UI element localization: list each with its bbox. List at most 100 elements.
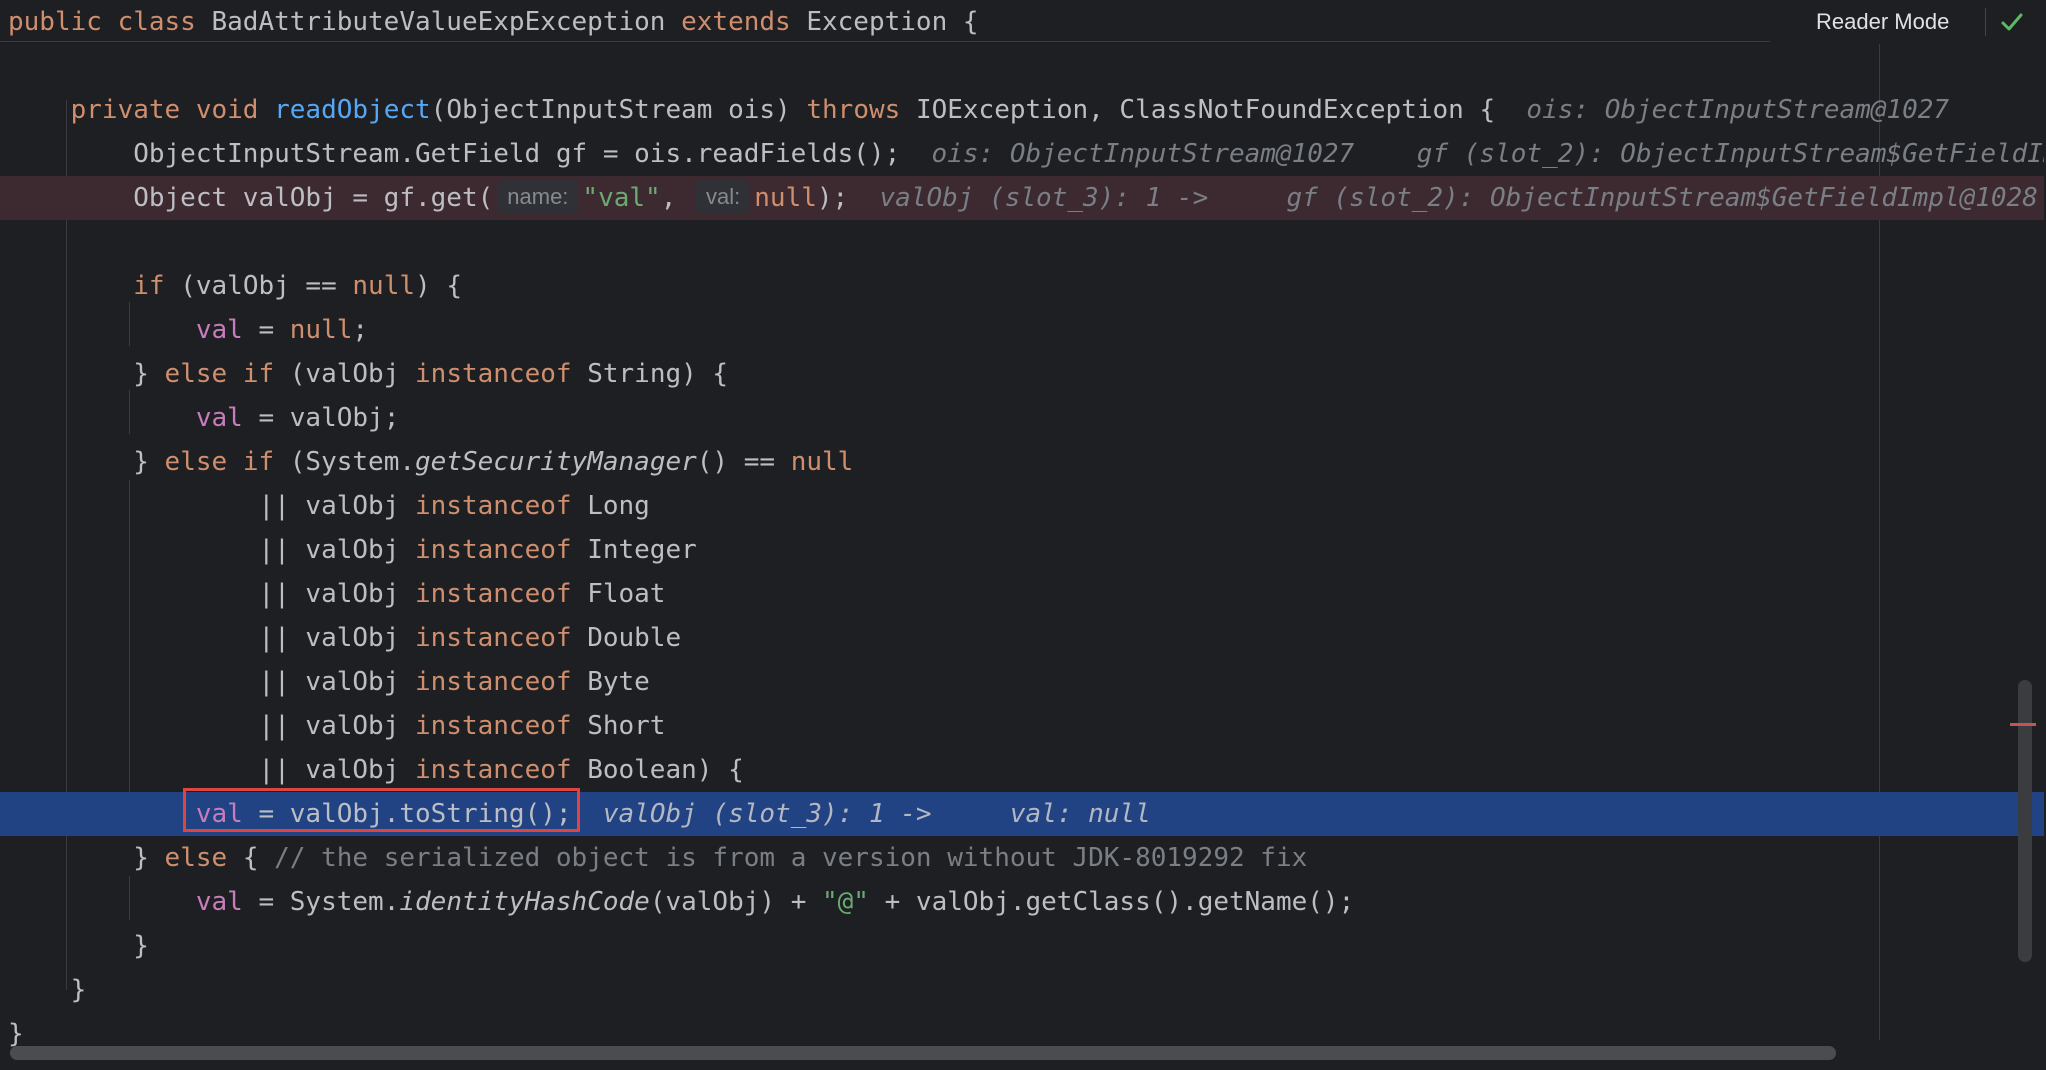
parameter-hint: val:	[696, 179, 751, 214]
code-token: }	[8, 1019, 24, 1049]
code-token: Object valObj = gf.get(	[8, 183, 494, 213]
code-token: () ==	[696, 447, 791, 477]
toolbar-separator	[1985, 8, 1986, 36]
code-token: }	[8, 359, 165, 389]
comment: // the serialized object is from a versi…	[274, 843, 1308, 873]
instanceof-long-line[interactable]: || valObj instanceof Long	[0, 484, 2044, 528]
keyword: private void	[70, 95, 275, 125]
keyword: else if	[164, 447, 290, 477]
code-token: (valObj ==	[180, 271, 353, 301]
keyword: null	[352, 271, 416, 301]
close-else-line[interactable]: }	[0, 924, 2044, 968]
code-token: }	[8, 931, 149, 961]
valobj-line[interactable]: Object valObj = gf.get(name: "val", val: n…	[0, 176, 2044, 220]
keyword: public class	[8, 7, 212, 37]
code-token: + valObj.getClass().getName();	[868, 887, 1355, 917]
if-null-line[interactable]: if (valObj == null) {	[0, 264, 2044, 308]
keyword: else	[164, 843, 243, 873]
code-token: ,	[660, 183, 693, 213]
code-token: || valObj	[8, 579, 415, 609]
keyword: extends	[681, 7, 807, 37]
else-if-string-line[interactable]: } else if (valObj instanceof String) {	[0, 352, 2044, 396]
debug-value-hint: ois: ObjectInputStream@1027 gf (slot_2):…	[900, 139, 2044, 169]
field-name: val	[195, 887, 243, 917]
instanceof-double-line[interactable]: || valObj instanceof Double	[0, 616, 2044, 660]
keyword: if	[133, 271, 181, 301]
keyword: null	[754, 183, 817, 213]
code-token: = valObj;	[242, 403, 400, 433]
instanceof-float-line[interactable]: || valObj instanceof Float	[0, 572, 2044, 616]
check-icon-graphic	[2001, 13, 2023, 31]
code-token: );	[816, 183, 849, 213]
blank-line[interactable]	[0, 220, 2044, 264]
debug-value-hint: ois: ObjectInputStream@1027	[1495, 95, 1950, 125]
method-signature[interactable]: private void readObject(ObjectInputStrea…	[0, 88, 2044, 132]
reader-mode-button[interactable]: Reader Mode	[1816, 0, 1949, 44]
code-token: || valObj	[8, 535, 415, 565]
else-if-security-line[interactable]: } else if (System.getSecurityManager() =…	[0, 440, 2044, 484]
code-token: }	[8, 975, 87, 1005]
code-editor[interactable]: public class BadAttributeValueExpExcepti…	[0, 0, 2046, 1070]
code-token: Float	[587, 579, 666, 609]
code-token: String) {	[587, 359, 729, 389]
code-token: IOException, ClassNotFoundException {	[915, 95, 1496, 125]
code-token: }	[8, 447, 165, 477]
code-token: || valObj	[8, 623, 415, 653]
instanceof-boolean-line[interactable]: || valObj instanceof Boolean) {	[0, 748, 2044, 792]
code-token: Exception {	[806, 7, 979, 37]
code-token: || valObj	[8, 755, 415, 785]
static-method: getSecurityManager	[415, 447, 697, 477]
keyword: instanceof	[415, 579, 588, 609]
else-comment-line[interactable]: } else { // the serialized object is fro…	[0, 836, 2044, 880]
keyword: instanceof	[415, 359, 588, 389]
code-token: || valObj	[8, 711, 415, 741]
error-stripe-marker[interactable]	[2010, 723, 2036, 726]
keyword: instanceof	[415, 711, 588, 741]
keyword: null	[790, 447, 854, 477]
code-token: = System.	[242, 887, 400, 917]
instanceof-integer-line[interactable]: || valObj instanceof Integer	[0, 528, 2044, 572]
identity-hashcode-line[interactable]: val = System.identityHashCode(valObj) + …	[0, 880, 2044, 924]
instanceof-byte-line[interactable]: || valObj instanceof Byte	[0, 660, 2044, 704]
code-token: Double	[587, 623, 682, 653]
code-token: (valObj	[289, 359, 416, 389]
string-literal: "@"	[822, 887, 869, 917]
keyword: null	[289, 315, 353, 345]
string-literal: "val"	[582, 183, 661, 213]
blank-line[interactable]	[0, 44, 2044, 88]
check-icon[interactable]	[1998, 8, 2026, 36]
code-token: =	[242, 315, 290, 345]
assign-valobj-line[interactable]: val = valObj;	[0, 396, 2044, 440]
code-token: Short	[587, 711, 666, 741]
code-token: ) {	[415, 271, 462, 301]
close-method-line[interactable]: }	[0, 968, 2044, 1012]
field-name: val	[195, 403, 243, 433]
keyword: instanceof	[415, 535, 588, 565]
code-token: || valObj	[8, 491, 415, 521]
code-token: (ObjectInputStream ois)	[430, 95, 807, 125]
keyword: instanceof	[415, 667, 588, 697]
parameter-hint: name:	[497, 179, 579, 214]
code-token: BadAttributeValueExpException	[211, 7, 682, 37]
code-token: Byte	[587, 667, 650, 697]
highlighted-expression-box	[183, 788, 580, 832]
instanceof-short-line[interactable]: || valObj instanceof Short	[0, 704, 2044, 748]
code-token: Boolean) {	[587, 755, 744, 785]
assign-null-line[interactable]: val = null;	[0, 308, 2044, 352]
keyword: instanceof	[415, 491, 588, 521]
keyword: else if	[164, 359, 290, 389]
class-declaration[interactable]: public class BadAttributeValueExpExcepti…	[0, 0, 2044, 44]
getfield-line[interactable]: ObjectInputStream.GetField gf = ois.read…	[0, 132, 2044, 176]
code-token: Integer	[587, 535, 697, 565]
debug-value-hint: valObj (slot_3): 1 -> val: null	[571, 799, 1151, 829]
debug-value-hint: valObj (slot_3): 1 -> gf (slot_2): Objec…	[848, 183, 2038, 213]
field-name: val	[195, 315, 243, 345]
horizontal-scrollbar[interactable]	[10, 1046, 1836, 1060]
function-name: readObject	[274, 95, 431, 125]
